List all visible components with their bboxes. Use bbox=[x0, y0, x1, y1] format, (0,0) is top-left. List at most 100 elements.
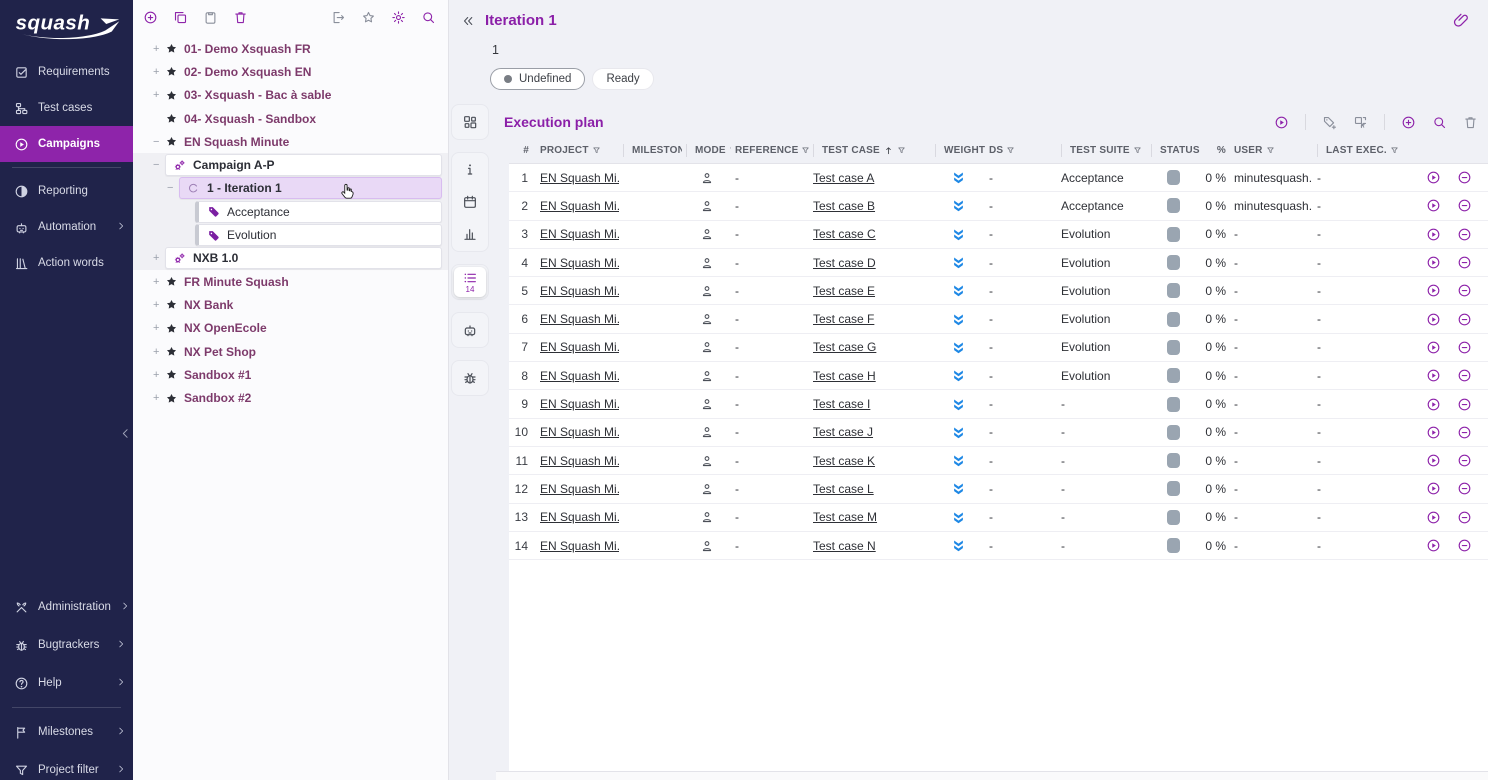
tree-item-03-xsquash-bac-sable[interactable]: +03- Xsquash - Bac à sable bbox=[133, 84, 448, 107]
run-execution-button[interactable] bbox=[1426, 312, 1441, 327]
project-link[interactable]: EN Squash Mi... bbox=[540, 284, 619, 298]
test-case-link[interactable]: Test case B bbox=[813, 199, 875, 213]
column-header-test_case[interactable]: TEST CASE bbox=[809, 144, 931, 157]
search-button[interactable] bbox=[421, 10, 436, 25]
sidebar-item-reporting[interactable]: Reporting bbox=[0, 173, 133, 209]
test-case-link[interactable]: Test case G bbox=[813, 340, 876, 354]
tab-information[interactable] bbox=[454, 155, 486, 185]
test-case-link[interactable]: Test case D bbox=[813, 256, 876, 270]
status-chip[interactable] bbox=[1167, 425, 1180, 440]
collapse-icon[interactable]: − bbox=[167, 182, 179, 194]
tab-dashboard[interactable] bbox=[454, 107, 486, 137]
tree-item-02-demo-xsquash-en[interactable]: +02- Demo Xsquash EN bbox=[133, 60, 448, 83]
run-execution-button[interactable] bbox=[1426, 255, 1441, 270]
test-case-link[interactable]: Test case E bbox=[813, 284, 875, 298]
column-header-test_suite[interactable]: TEST SUITE bbox=[1057, 144, 1147, 157]
import-export-button[interactable] bbox=[331, 10, 346, 25]
tree-item-01-demo-xsquash-fr[interactable]: +01- Demo Xsquash FR bbox=[133, 37, 448, 60]
test-case-link[interactable]: Test case I bbox=[813, 397, 870, 411]
status-chip[interactable] bbox=[1167, 255, 1180, 270]
tree-item-evolution[interactable]: Evolution bbox=[133, 223, 448, 246]
status-badge-undefined[interactable]: Undefined bbox=[490, 68, 585, 90]
sidebar-item-milestones[interactable]: Milestones bbox=[0, 713, 133, 751]
run-execution-button[interactable] bbox=[1426, 397, 1441, 412]
mass-edit-button[interactable] bbox=[1353, 115, 1368, 130]
new-button[interactable] bbox=[143, 10, 158, 25]
delete-button[interactable] bbox=[233, 10, 248, 25]
status-chip[interactable] bbox=[1167, 538, 1180, 553]
test-case-link[interactable]: Test case F bbox=[813, 312, 874, 326]
tab-statistics[interactable] bbox=[454, 219, 486, 249]
run-execution-button[interactable] bbox=[1426, 340, 1441, 355]
filter-button[interactable] bbox=[1432, 115, 1447, 130]
sidebar-item-administration[interactable]: Administration bbox=[0, 588, 133, 626]
project-link[interactable]: EN Squash Mi... bbox=[540, 510, 619, 524]
remove-execution-button[interactable] bbox=[1457, 255, 1472, 270]
status-chip[interactable] bbox=[1167, 481, 1180, 496]
remove-execution-button[interactable] bbox=[1457, 283, 1472, 298]
project-link[interactable]: EN Squash Mi... bbox=[540, 171, 619, 185]
tree-item-card[interactable]: Acceptance bbox=[195, 201, 442, 223]
expand-icon[interactable]: + bbox=[153, 89, 165, 101]
collapse-icon[interactable]: − bbox=[153, 136, 165, 148]
remove-execution-button[interactable] bbox=[1457, 368, 1472, 383]
tree-item-sandbox-2[interactable]: +Sandbox #2 bbox=[133, 386, 448, 409]
run-execution-button[interactable] bbox=[1426, 283, 1441, 298]
column-header-mode[interactable]: MODE bbox=[682, 144, 731, 157]
assign-test-suite-button[interactable] bbox=[1322, 115, 1337, 130]
test-case-link[interactable]: Test case L bbox=[813, 482, 874, 496]
expand-icon[interactable]: + bbox=[153, 392, 165, 404]
column-header-weight[interactable]: WEIGHT bbox=[931, 144, 985, 157]
copy-button[interactable] bbox=[173, 10, 188, 25]
expand-icon[interactable]: + bbox=[153, 276, 165, 288]
test-case-link[interactable]: Test case M bbox=[813, 510, 877, 524]
column-header-num[interactable]: # bbox=[509, 145, 536, 156]
status-chip[interactable] bbox=[1167, 510, 1180, 525]
column-header-ds[interactable]: DS bbox=[985, 145, 1057, 156]
status-badge-ready[interactable]: Ready bbox=[592, 68, 653, 90]
test-case-link[interactable]: Test case N bbox=[813, 539, 876, 553]
run-execution-button[interactable] bbox=[1426, 368, 1441, 383]
tree-item-campaign-a-p[interactable]: − Campaign A-P bbox=[133, 153, 448, 176]
tab-planning[interactable] bbox=[454, 187, 486, 217]
remove-button[interactable] bbox=[1463, 115, 1478, 130]
tab-issues[interactable] bbox=[454, 363, 486, 393]
project-link[interactable]: EN Squash Mi... bbox=[540, 397, 619, 411]
column-header-status[interactable]: STATUS bbox=[1147, 144, 1200, 157]
column-header-reference[interactable]: REFERENCE bbox=[731, 145, 809, 156]
test-case-link[interactable]: Test case H bbox=[813, 369, 876, 383]
status-chip[interactable] bbox=[1167, 340, 1180, 355]
run-execution-button[interactable] bbox=[1426, 425, 1441, 440]
sidebar-item-campaigns[interactable]: Campaigns bbox=[0, 126, 133, 162]
expand-icon[interactable]: + bbox=[153, 322, 165, 334]
project-link[interactable]: EN Squash Mi... bbox=[540, 425, 619, 439]
run-execution-button[interactable] bbox=[1426, 227, 1441, 242]
run-execution-button[interactable] bbox=[1426, 481, 1441, 496]
sidebar-item-action-words[interactable]: Action words bbox=[0, 245, 133, 281]
run-execution-button[interactable] bbox=[1426, 510, 1441, 525]
collapse-panel-button[interactable] bbox=[461, 14, 475, 28]
expand-icon[interactable]: + bbox=[153, 369, 165, 381]
remove-execution-button[interactable] bbox=[1457, 538, 1472, 553]
tab-automation[interactable] bbox=[454, 315, 486, 345]
remove-execution-button[interactable] bbox=[1457, 510, 1472, 525]
sidebar-item-bugtrackers[interactable]: Bugtrackers bbox=[0, 626, 133, 664]
project-link[interactable]: EN Squash Mi... bbox=[540, 227, 619, 241]
settings-button[interactable] bbox=[391, 10, 406, 25]
sidebar-collapse-button[interactable] bbox=[119, 427, 132, 445]
expand-icon[interactable]: + bbox=[153, 43, 165, 55]
remove-execution-button[interactable] bbox=[1457, 170, 1472, 185]
remove-execution-button[interactable] bbox=[1457, 227, 1472, 242]
test-case-link[interactable]: Test case K bbox=[813, 454, 875, 468]
status-chip[interactable] bbox=[1167, 283, 1180, 298]
add-test-cases-button[interactable] bbox=[1401, 115, 1416, 130]
test-case-link[interactable]: Test case A bbox=[813, 171, 874, 185]
tab-execution-plan[interactable]: 14 bbox=[454, 267, 486, 297]
tree-item-acceptance[interactable]: Acceptance bbox=[133, 200, 448, 223]
expand-icon[interactable]: + bbox=[153, 66, 165, 78]
expand-icon[interactable]: + bbox=[153, 346, 165, 358]
project-link[interactable]: EN Squash Mi... bbox=[540, 340, 619, 354]
project-link[interactable]: EN Squash Mi... bbox=[540, 312, 619, 326]
column-header-milestone[interactable]: MILESTON... bbox=[619, 144, 682, 157]
test-case-link[interactable]: Test case J bbox=[813, 425, 873, 439]
